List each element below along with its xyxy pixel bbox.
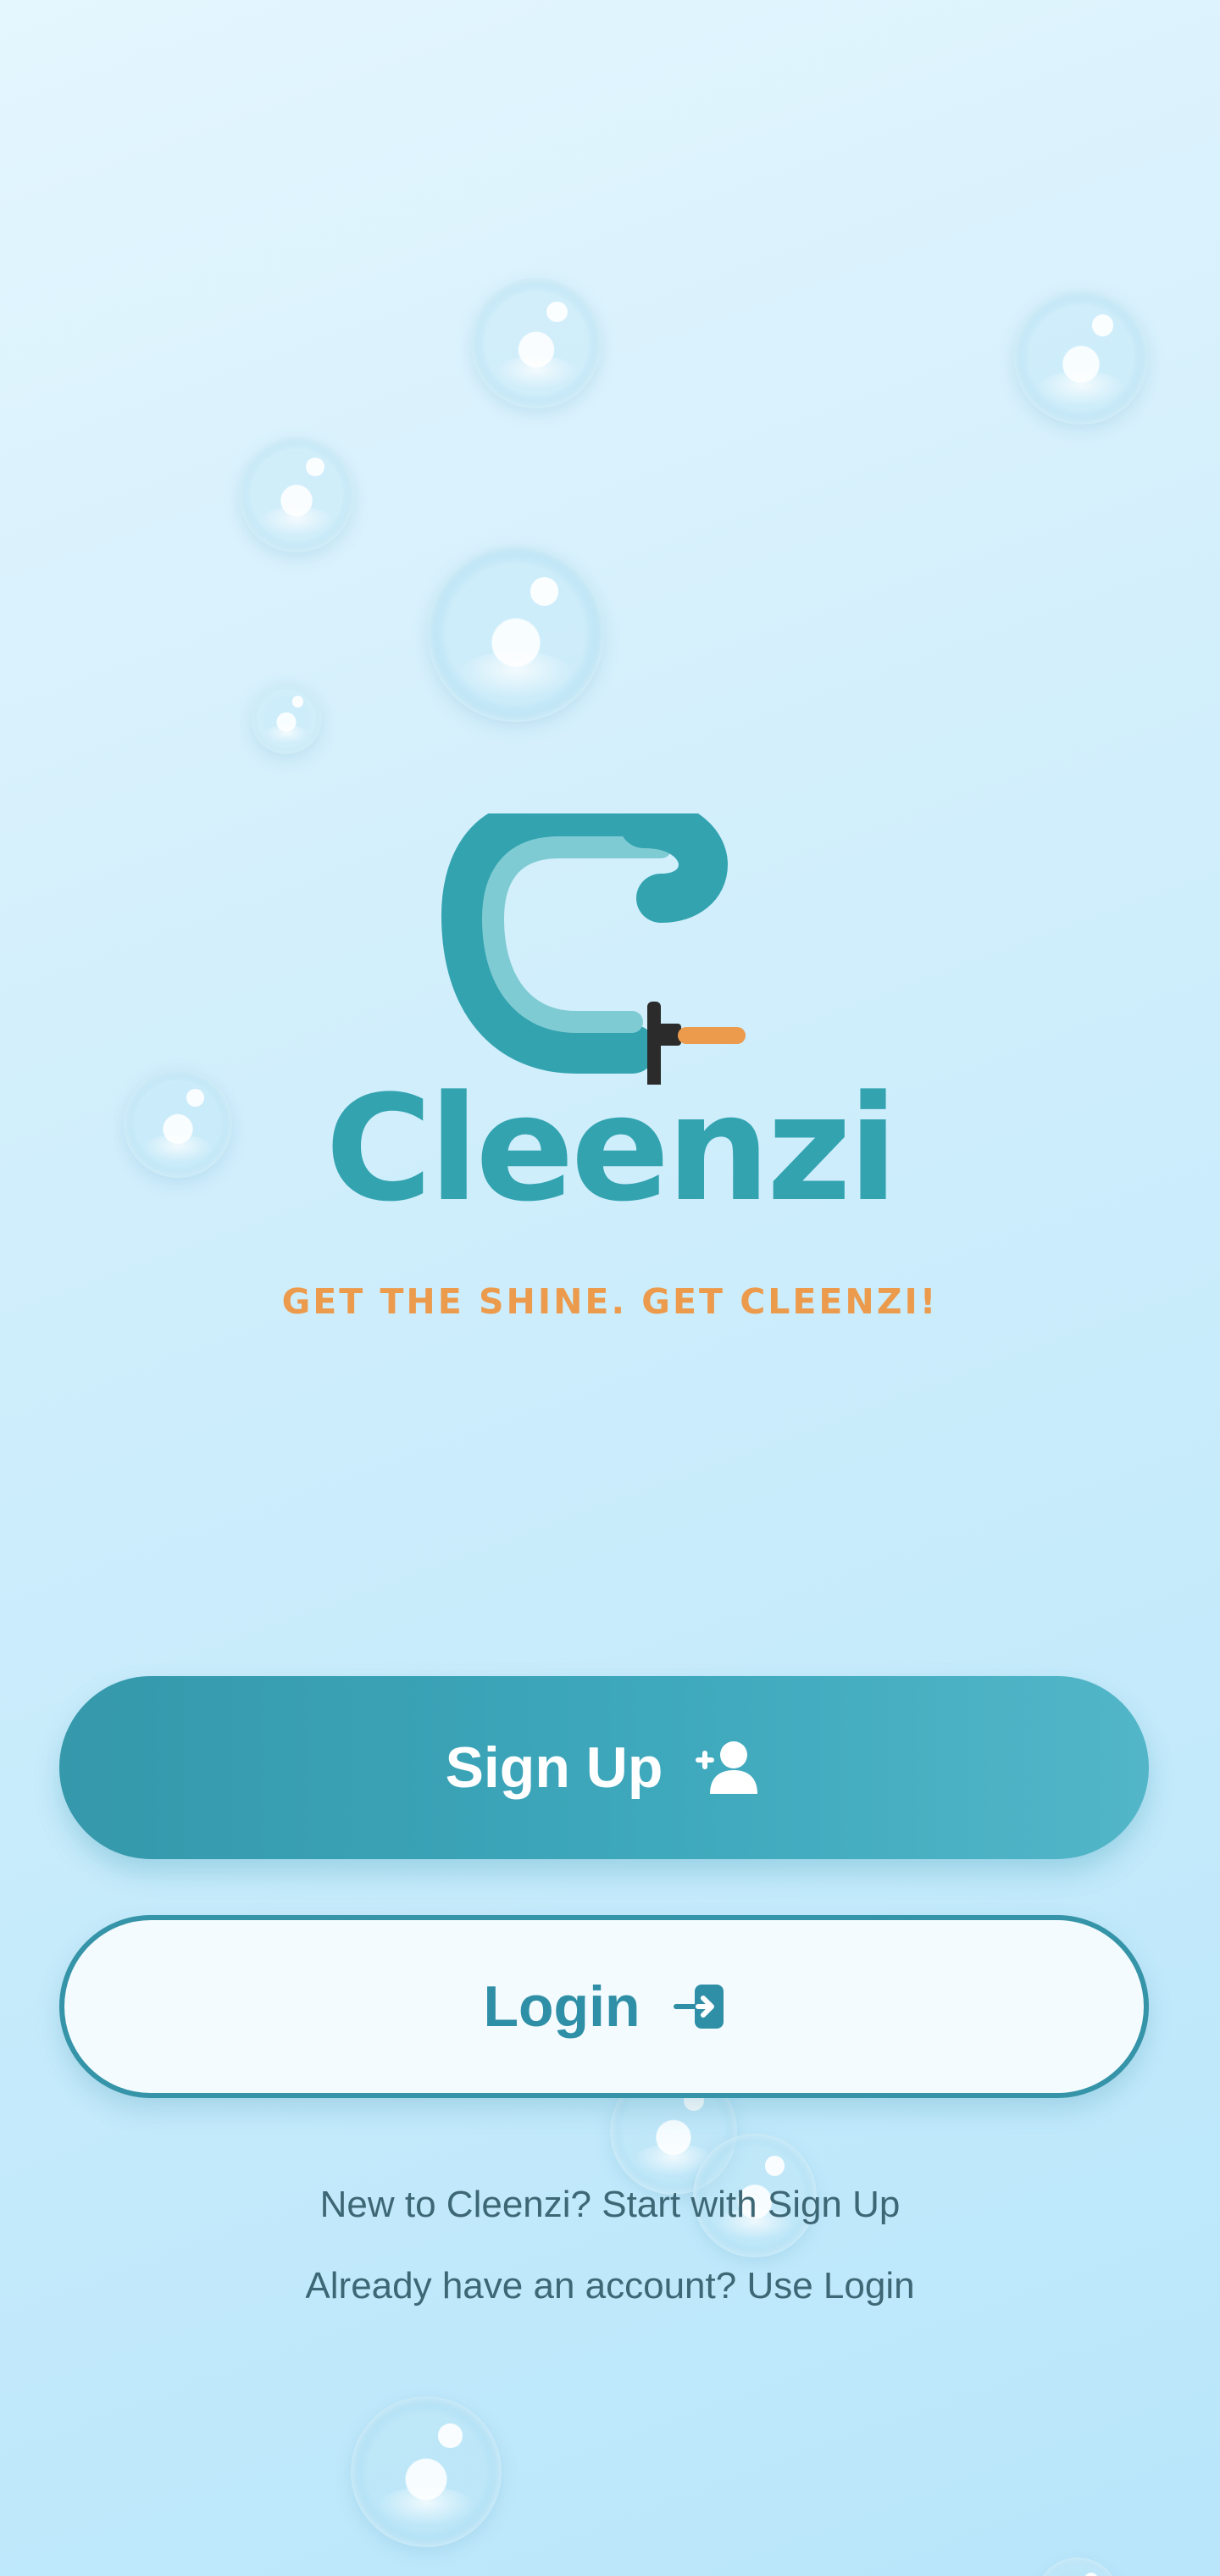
brand-name: Cleenzi [324, 1063, 898, 1234]
login-label: Login [483, 1974, 640, 2039]
sign-up-button[interactable]: Sign Up [59, 1676, 1149, 1859]
soap-bubble-icon [1035, 2557, 1120, 2576]
login-button[interactable]: Login [59, 1915, 1149, 2098]
signup-hint-text: New to Cleenzi? Start with Sign Up [319, 2184, 901, 2225]
login-arrow-icon [673, 1983, 725, 2030]
welcome-screen: Cleenzi GET THE SHINE. GET CLEENZI! Sign… [0, 0, 1220, 2576]
soap-bubble-icon [251, 683, 322, 754]
sign-up-label: Sign Up [445, 1735, 663, 1800]
soap-bubble-icon [1014, 291, 1148, 425]
brand-logo: Cleenzi GET THE SHINE. GET CLEENZI! [254, 813, 966, 1339]
soap-bubble-icon [428, 546, 604, 722]
soap-bubble-icon [471, 278, 602, 408]
letter-c-squeegee-icon [441, 813, 746, 1085]
add-user-icon [695, 1738, 762, 1797]
brand-tagline: GET THE SHINE. GET CLEENZI! [281, 1281, 939, 1322]
soap-bubble-icon [239, 437, 354, 552]
soap-bubble-icon [351, 2396, 502, 2547]
login-hint-text: Already have an account? Use Login [305, 2265, 915, 2307]
soap-bubble-icon [124, 1069, 232, 1178]
